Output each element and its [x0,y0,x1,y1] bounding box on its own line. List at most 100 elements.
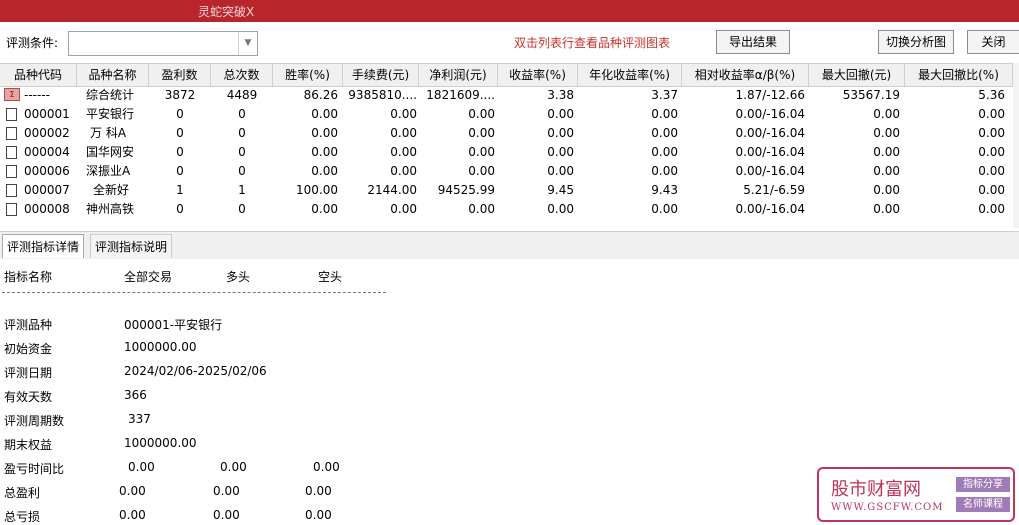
cell-fee: 0.00 [390,107,417,121]
grid-scrollbar[interactable] [1013,63,1019,228]
toolbar: 评测条件: ▼ 双击列表行查看品种评测图表 导出结果 切换分析图 关闭 [0,22,1019,62]
table-row[interactable]: 000002 万 科A 0 0 0.00 0.00 0.00 0.00 0.00… [0,124,1013,143]
cell-total: 1 [238,183,246,197]
cell-drawdown-ratio: 0.00 [978,183,1005,197]
detail-tabs: 评测指标详情 评测指标说明 [0,231,1019,260]
cell-win: 0 [176,202,184,216]
col-win[interactable]: 盈利数 [149,64,211,86]
detail-header-name: 指标名称 [4,270,53,284]
cell-annual: 0.00 [651,164,678,178]
detail-value-long: 0.00 [213,484,240,498]
cell-profit: 0.00 [468,107,495,121]
table-row[interactable]: 000007 全新好 1 1 100.00 2144.00 94525.99 9… [0,181,1013,200]
cell-drawdown: 0.00 [873,164,900,178]
detail-label: 评测日期 [4,366,53,380]
tab-detail[interactable]: 评测指标详情 [2,234,85,258]
cell-total: 0 [238,202,246,216]
detail-value: 2024/02/06-2025/02/06 [124,364,267,378]
document-icon [6,146,17,159]
condition-combo[interactable]: ▼ [68,31,258,56]
detail-label: 总盈利 [4,486,41,500]
cell-win: 0 [176,145,184,159]
cell-relative: 0.00/-16.04 [735,145,805,159]
col-return[interactable]: 收益率(%) [498,64,578,86]
table-row-summary[interactable]: Σ ------ 综合统计 3872 4489 86.26 9385810...… [0,86,1013,105]
cell-code: 000007 [24,183,70,197]
cell-rate: 0.00 [311,107,338,121]
col-name[interactable]: 品种名称 [77,64,149,86]
cell-fee: 9385810.... [348,88,417,102]
table-row[interactable]: 000006 深振业A 0 0 0.00 0.00 0.00 0.00 0.00… [0,162,1013,181]
cell-fee: 2144.00 [367,183,417,197]
watermark-tag: 指标分享 [956,477,1010,492]
cell-win: 3872 [164,88,196,102]
cell-rate: 100.00 [296,183,338,197]
col-fee[interactable]: 手续费(元) [343,64,419,86]
cell-profit: 0.00 [468,145,495,159]
detail-value-all: 0.00 [119,508,146,522]
document-icon [6,165,17,178]
cell-total: 0 [238,164,246,178]
cell-win: 0 [176,107,184,121]
watermark-logo: 股市财富网 WWW.GSCFW.COM 指标分享 名师课程 [817,467,1015,522]
cell-drawdown-ratio: 0.00 [978,164,1005,178]
cell-relative: 1.87/-12.66 [735,88,805,102]
cell-relative: 0.00/-16.04 [735,126,805,140]
grid-header: 品种代码 品种名称 盈利数 总次数 胜率(%) 手续费(元) 净利润(元) 收益… [0,63,1013,87]
cell-code: 000006 [24,164,70,178]
detail-header-long: 多头 [226,270,251,284]
chevron-down-icon[interactable]: ▼ [238,32,257,55]
close-button[interactable]: 关闭 [967,30,1019,54]
cell-code: 000001 [24,107,70,121]
detail-value-long: 0.00 [213,508,240,522]
col-rate[interactable]: 胜率(%) [273,64,343,86]
document-icon [6,108,17,121]
detail-value: 1000000.00 [124,340,197,354]
cell-fee: 0.00 [390,126,417,140]
cell-annual: 9.43 [651,183,678,197]
summary-icon: Σ [4,88,20,101]
window-title: 灵蛇突破X [198,5,255,19]
cell-total: 4489 [226,88,258,102]
cell-profit: 0.00 [468,164,495,178]
table-row[interactable]: 000001 平安银行 0 0 0.00 0.00 0.00 0.00 0.00… [0,105,1013,124]
cell-drawdown-ratio: 0.00 [978,145,1005,159]
cell-rate: 0.00 [311,126,338,140]
export-button[interactable]: 导出结果 [716,30,790,54]
detail-value-short: 0.00 [305,508,332,522]
cell-win: 1 [176,183,184,197]
col-profit[interactable]: 净利润(元) [419,64,498,86]
cell-drawdown-ratio: 0.00 [978,126,1005,140]
detail-value: 337 [128,412,151,426]
detail-label: 评测周期数 [4,414,65,428]
col-annual[interactable]: 年化收益率(%) [578,64,682,86]
cell-fee: 0.00 [390,164,417,178]
col-relative[interactable]: 相对收益率α/β(%) [682,64,809,86]
cell-name: 平安银行 [86,107,135,121]
cell-drawdown: 53567.19 [842,88,900,102]
cell-drawdown: 0.00 [873,202,900,216]
cell-win: 0 [176,126,184,140]
table-row[interactable]: 000008 神州高铁 0 0 0.00 0.00 0.00 0.00 0.00… [0,200,1013,219]
cell-fee: 0.00 [390,145,417,159]
detail-value-all: 0.00 [119,484,146,498]
detail-divider [2,292,386,293]
switch-chart-button[interactable]: 切换分析图 [878,30,954,54]
table-row[interactable]: 000004 国华网安 0 0 0.00 0.00 0.00 0.00 0.00… [0,143,1013,162]
cell-drawdown-ratio: 5.36 [978,88,1005,102]
cell-relative: 0.00/-16.04 [735,164,805,178]
cell-return: 3.38 [547,88,574,102]
cell-drawdown: 0.00 [873,183,900,197]
col-drawdown-ratio[interactable]: 最大回撤比(%) [905,64,1013,86]
detail-value: 1000000.00 [124,436,197,450]
col-total[interactable]: 总次数 [211,64,273,86]
cell-rate: 0.00 [311,145,338,159]
cell-return: 0.00 [547,202,574,216]
detail-header-all: 全部交易 [124,270,173,284]
col-code[interactable]: 品种代码 [0,64,77,86]
tab-explain[interactable]: 评测指标说明 [90,234,173,258]
col-drawdown[interactable]: 最大回撤(元) [809,64,905,86]
cell-code: 000002 [24,126,70,140]
detail-label: 期末权益 [4,438,53,452]
hint-text: 双击列表行查看品种评测图表 [514,36,671,50]
